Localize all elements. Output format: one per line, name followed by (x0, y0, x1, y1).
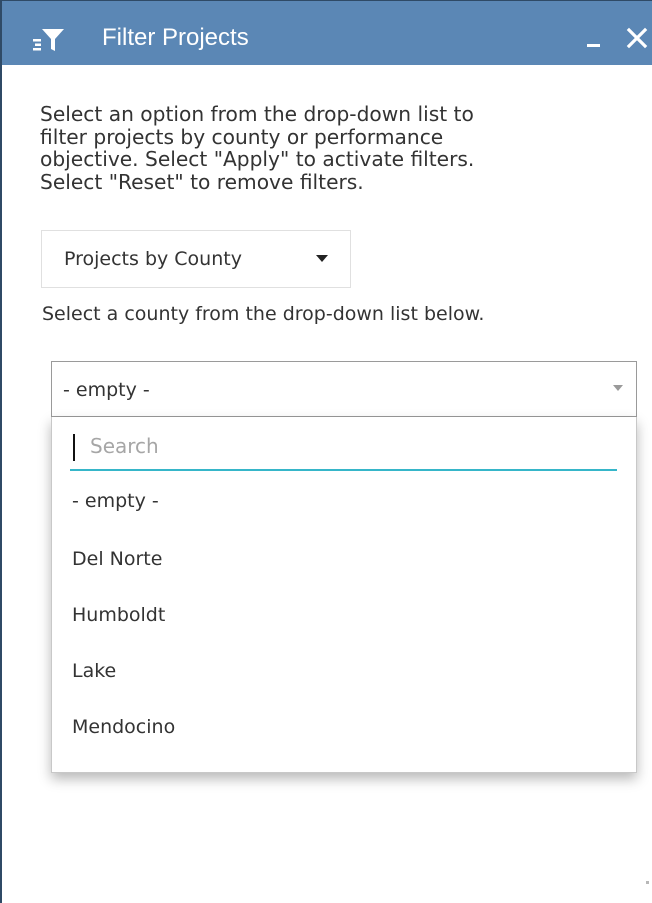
search-field (70, 425, 617, 471)
chevron-down-icon (613, 385, 623, 391)
caret-down-icon (316, 255, 328, 262)
filter-icon (31, 27, 67, 53)
filter-mode-value: Projects by County (64, 248, 242, 270)
county-helper-text: Select a county from the drop-down list … (42, 303, 485, 325)
panel-title: Filter Projects (102, 24, 249, 51)
dropdown-option[interactable]: Mendocino (52, 699, 636, 755)
text-cursor (73, 434, 75, 461)
instructions-line: Select "Reset" to remove filters. (40, 169, 364, 194)
filter-projects-panel: Filter Projects Select an option from th… (0, 0, 652, 903)
instructions-text: Select an option from the drop-down list… (40, 103, 620, 193)
dropdown-option-label: Del Norte (72, 548, 163, 570)
county-dropdown-list: - empty - Del Norte Humboldt Lake Mendoc… (51, 417, 637, 773)
county-select[interactable]: - empty - (51, 361, 637, 417)
dropdown-option-label: Mendocino (72, 716, 176, 738)
instructions-line: objective. Select "Apply" to activate fi… (40, 147, 475, 171)
instructions-line: filter projects by county or performance (40, 124, 444, 149)
close-button[interactable] (620, 21, 652, 53)
panel-titlebar: Filter Projects (2, 1, 652, 65)
minimize-icon (587, 44, 600, 47)
filter-mode-dropdown[interactable]: Projects by County (41, 230, 351, 288)
dropdown-option[interactable]: - empty - (52, 473, 636, 529)
county-select-value: - empty - (63, 379, 150, 401)
dropdown-option[interactable]: Lake (52, 643, 636, 699)
instructions-line: Select an option from the drop-down list… (40, 102, 474, 126)
dropdown-option-label: Humboldt (72, 604, 166, 626)
resize-handle[interactable] (646, 881, 649, 884)
minimize-button[interactable] (577, 25, 609, 55)
dropdown-option[interactable]: Del Norte (52, 531, 636, 587)
dropdown-option[interactable]: Humboldt (52, 587, 636, 643)
dropdown-option-label: Lake (72, 660, 117, 682)
dropdown-option-label: - empty - (72, 490, 159, 512)
search-input[interactable] (70, 425, 617, 467)
close-icon (626, 27, 648, 49)
